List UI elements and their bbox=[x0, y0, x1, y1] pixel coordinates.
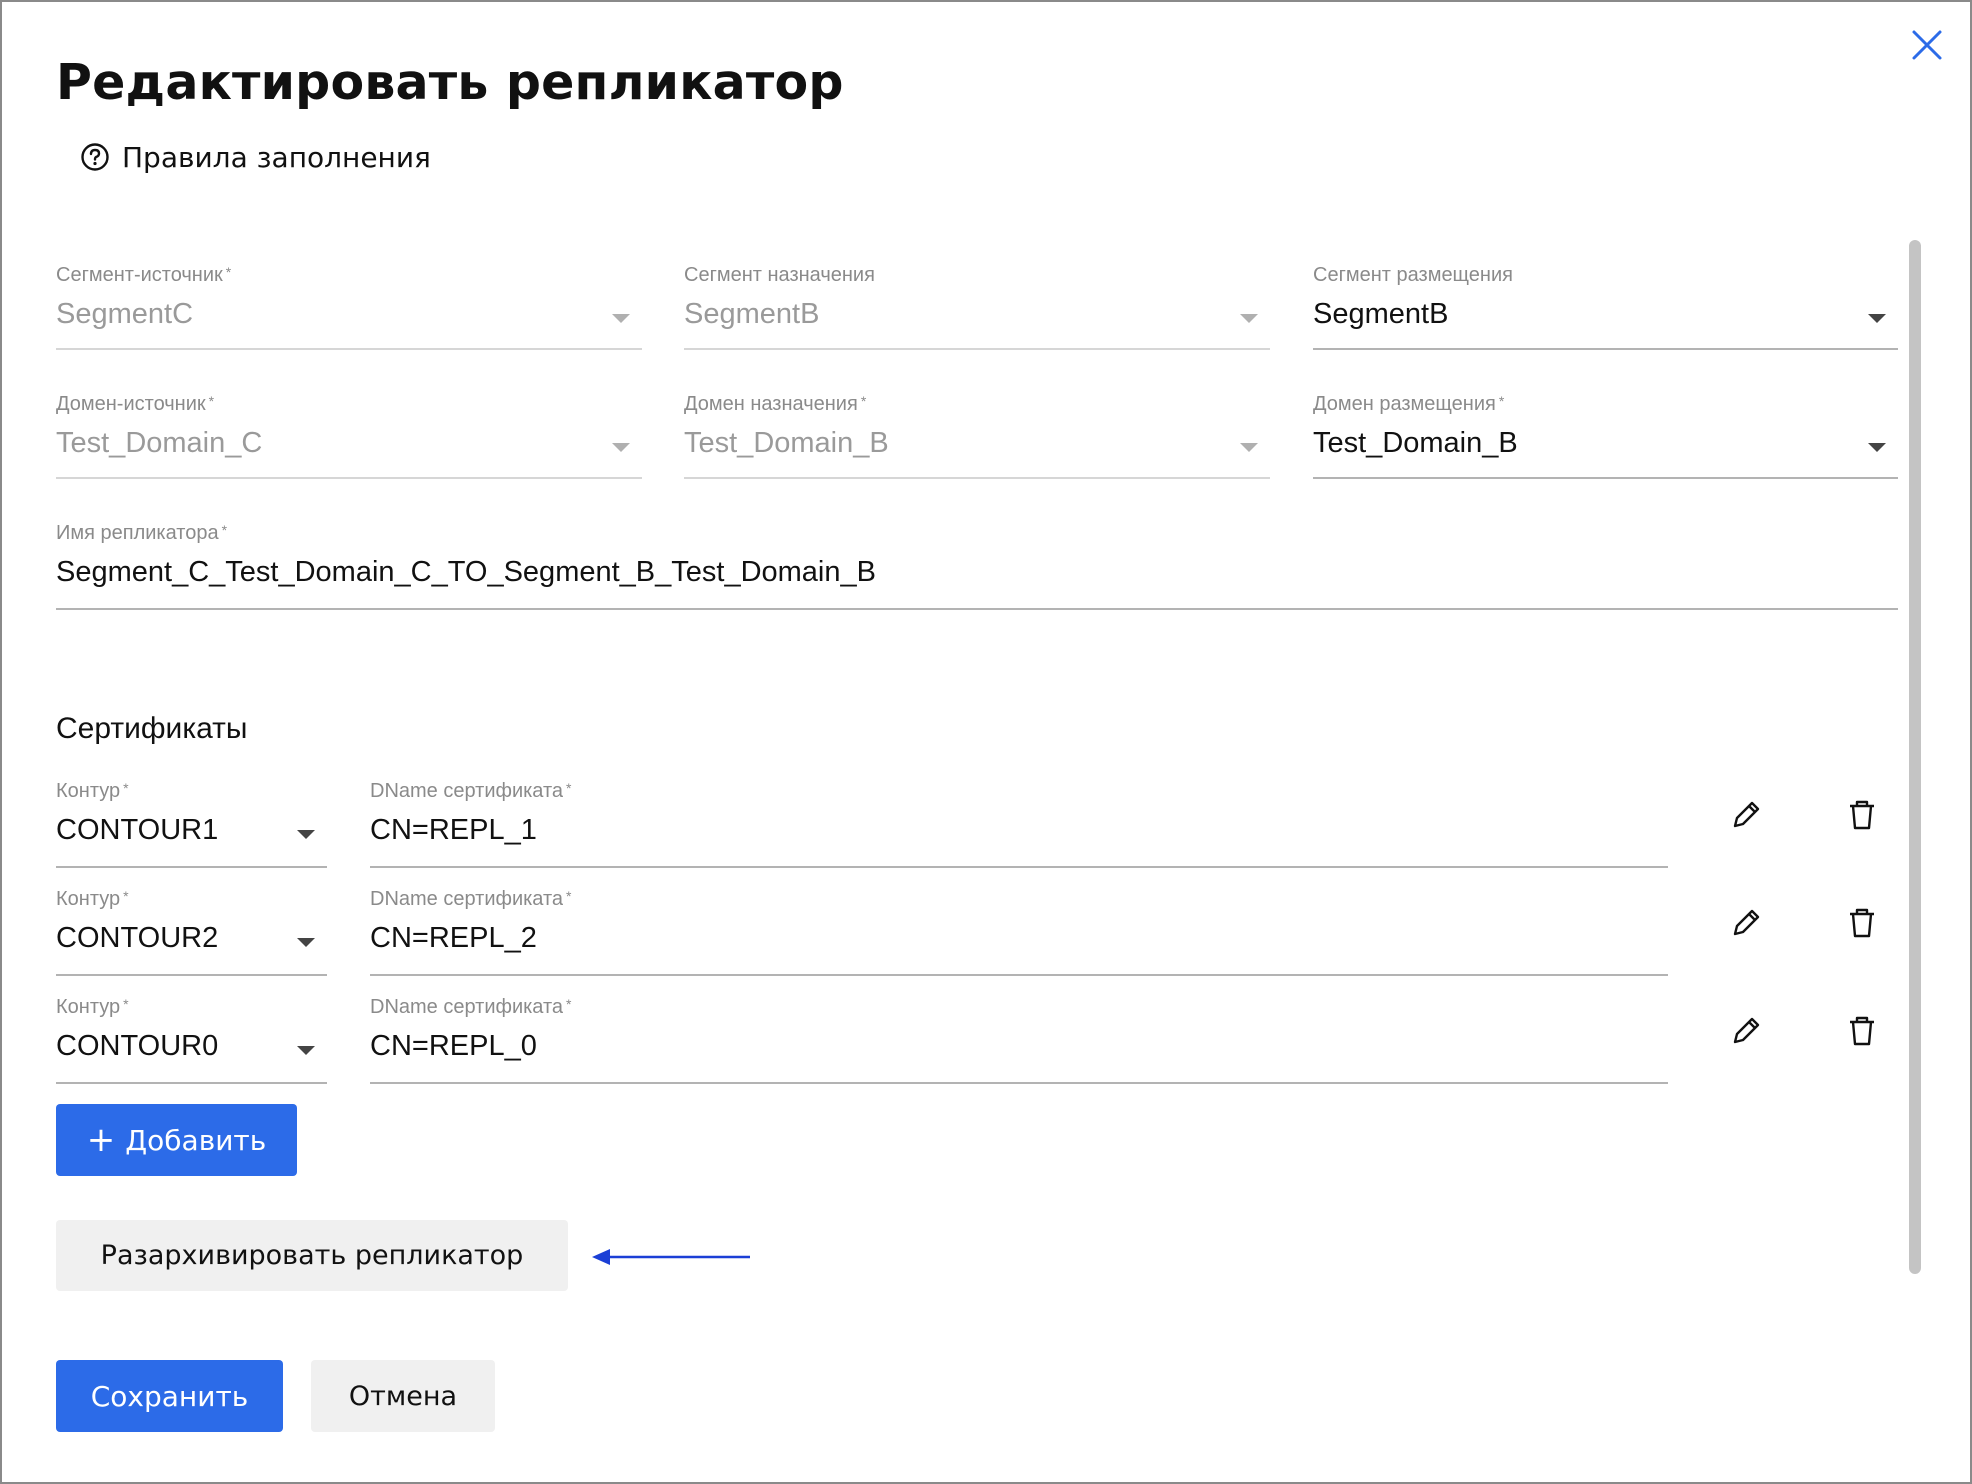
chevron-down-icon bbox=[612, 314, 630, 323]
source-domain-value: Test_Domain_C bbox=[56, 427, 263, 459]
chevron-down-icon[interactable] bbox=[1868, 314, 1886, 323]
target-segment-select: Сегмент назначения SegmentB bbox=[684, 264, 1270, 350]
help-link-label: Правила заполнения bbox=[122, 140, 431, 174]
target-domain-select: Домен назначения * Test_Domain_B bbox=[684, 393, 1270, 479]
dname-field[interactable]: DName сертификата * CN=REPL_2 bbox=[370, 888, 1668, 976]
contour-select[interactable]: Контур * CONTOUR1 bbox=[56, 780, 327, 868]
placement-domain-select[interactable]: Домен размещения * Test_Domain_B bbox=[1313, 393, 1898, 479]
target-domain-label: Домен назначения bbox=[684, 393, 858, 415]
chevron-down-icon[interactable] bbox=[297, 830, 315, 839]
dname-label: DName сертификата bbox=[370, 996, 564, 1018]
contour-value: CONTOUR1 bbox=[56, 814, 219, 846]
close-icon[interactable] bbox=[1908, 26, 1946, 64]
contour-select[interactable]: Контур * CONTOUR2 bbox=[56, 888, 327, 976]
dname-label: DName сертификата bbox=[370, 888, 564, 910]
placement-domain-label: Домен размещения bbox=[1313, 393, 1496, 415]
contour-label: Контур bbox=[56, 888, 121, 910]
replicator-name-field[interactable]: Имя репликатора * Segment_C_Test_Domain_C… bbox=[56, 522, 1898, 610]
dname-field[interactable]: DName сертификата * CN=REPL_1 bbox=[370, 780, 1668, 868]
placement-domain-value: Test_Domain_B bbox=[1313, 427, 1518, 459]
unarchive-button-label: Разархивировать репликатор bbox=[100, 1240, 524, 1271]
source-segment-select: Сегмент-источник * SegmentC bbox=[56, 264, 642, 350]
target-segment-label: Сегмент назначения bbox=[684, 264, 875, 286]
chevron-down-icon[interactable] bbox=[297, 1046, 315, 1055]
add-certificate-button[interactable]: + Добавить bbox=[56, 1104, 297, 1176]
unarchive-replicator-button[interactable]: Разархивировать репликатор bbox=[56, 1220, 568, 1291]
scrollbar[interactable] bbox=[1909, 240, 1921, 1274]
plus-icon: + bbox=[86, 1120, 116, 1160]
help-link[interactable]: Правила заполнения bbox=[80, 140, 431, 174]
arrow-left-icon bbox=[592, 1249, 750, 1265]
source-segment-value: SegmentC bbox=[56, 298, 194, 330]
chevron-down-icon bbox=[1240, 443, 1258, 452]
contour-label: Контур bbox=[56, 780, 121, 802]
contour-value: CONTOUR2 bbox=[56, 922, 219, 954]
certificates-section-title: Сертификаты bbox=[56, 712, 248, 745]
source-segment-label: Сегмент-источник bbox=[56, 264, 223, 286]
chevron-down-icon[interactable] bbox=[1868, 443, 1886, 452]
add-button-label: Добавить bbox=[125, 1123, 267, 1157]
help-icon bbox=[80, 142, 110, 172]
target-segment-value: SegmentB bbox=[684, 298, 820, 330]
chevron-down-icon[interactable] bbox=[297, 938, 315, 947]
trash-icon[interactable] bbox=[1845, 1014, 1879, 1048]
cancel-button[interactable]: Отмена bbox=[311, 1360, 495, 1432]
source-domain-label: Домен-источник bbox=[56, 393, 206, 415]
dname-label: DName сертификата bbox=[370, 780, 564, 802]
placement-segment-select[interactable]: Сегмент размещения SegmentB bbox=[1313, 264, 1898, 350]
edit-replicator-dialog: Редактировать репликатор Правила заполне… bbox=[0, 0, 1972, 1484]
placement-segment-label: Сегмент размещения bbox=[1313, 264, 1513, 286]
dname-value[interactable]: CN=REPL_2 bbox=[370, 922, 537, 955]
trash-icon[interactable] bbox=[1845, 906, 1879, 940]
chevron-down-icon bbox=[612, 443, 630, 452]
pencil-icon[interactable] bbox=[1729, 1014, 1763, 1048]
trash-icon[interactable] bbox=[1845, 798, 1879, 832]
contour-value: CONTOUR0 bbox=[56, 1030, 219, 1062]
chevron-down-icon bbox=[1240, 314, 1258, 323]
save-button-label: Сохранить bbox=[90, 1379, 249, 1413]
replicator-name-value[interactable]: Segment_C_Test_Domain_C_TO_Segment_B_Tes… bbox=[56, 556, 876, 589]
dialog-title: Редактировать репликатор bbox=[56, 54, 844, 111]
replicator-name-label: Имя репликатора bbox=[56, 522, 219, 544]
contour-label: Контур bbox=[56, 996, 121, 1018]
cancel-button-label: Отмена bbox=[348, 1380, 458, 1412]
target-domain-value: Test_Domain_B bbox=[684, 427, 889, 459]
dname-field[interactable]: DName сертификата * CN=REPL_0 bbox=[370, 996, 1668, 1084]
contour-select[interactable]: Контур * CONTOUR0 bbox=[56, 996, 327, 1084]
pencil-icon[interactable] bbox=[1729, 798, 1763, 832]
placement-segment-value: SegmentB bbox=[1313, 298, 1449, 330]
source-domain-select: Домен-источник * Test_Domain_C bbox=[56, 393, 642, 479]
dname-value[interactable]: CN=REPL_1 bbox=[370, 814, 537, 847]
pencil-icon[interactable] bbox=[1729, 906, 1763, 940]
save-button[interactable]: Сохранить bbox=[56, 1360, 283, 1432]
dname-value[interactable]: CN=REPL_0 bbox=[370, 1030, 537, 1063]
